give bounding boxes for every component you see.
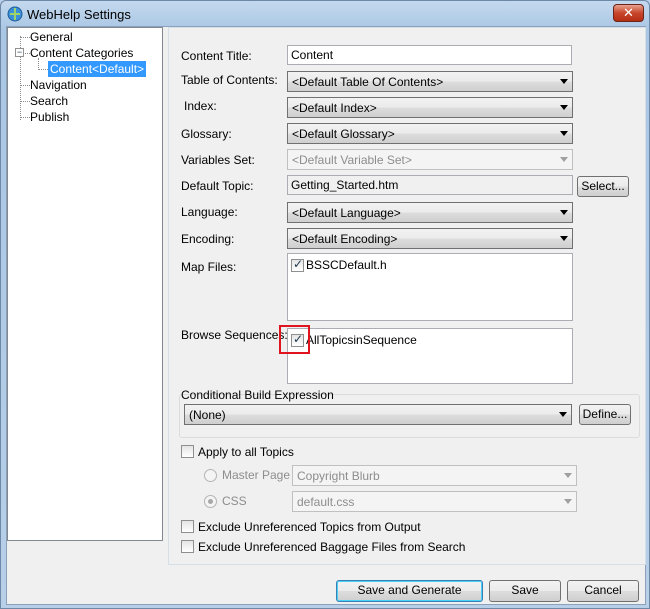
variables-set-label: Variables Set: [181,153,255,167]
index-label: Index: [184,99,217,113]
browse-sequences-label: Browse Sequences: [181,328,288,342]
css-radio[interactable] [204,495,217,508]
conditional-build-value: (None) [189,408,226,422]
tree-connector [38,69,48,70]
encoding-label: Encoding: [181,232,235,246]
language-label: Language: [181,205,238,219]
close-button[interactable]: ✕ [613,4,644,22]
toc-select[interactable]: <Default Table Of Contents> [287,71,573,92]
conditional-build-label: Conditional Build Expression [181,388,334,402]
tree-connector [20,101,30,102]
tree-connector [20,85,30,86]
settings-tree[interactable]: General − Content Categories Content<Def… [7,27,163,541]
content-title-label: Content Title: [181,49,252,63]
map-files-label: Map Files: [181,260,237,274]
tree-item-general[interactable]: General [30,29,73,45]
dropdown-arrow-icon [560,210,568,215]
apply-all-topics-label: Apply to all Topics [198,445,294,459]
toc-value: <Default Table Of Contents> [292,75,444,89]
css-value: default.css [297,495,355,509]
toc-label: Table of Contents: [181,73,278,87]
dropdown-arrow-icon [560,157,568,162]
glossary-select[interactable]: <Default Glossary> [287,123,573,144]
tree-item-navigation[interactable]: Navigation [30,77,87,93]
dialog-client-area: General − Content Categories Content<Def… [6,26,646,605]
exclude-topics-checkbox[interactable] [181,520,194,533]
master-page-radio[interactable] [204,469,217,482]
tree-connector [20,117,30,118]
encoding-value: <Default Encoding> [292,232,398,246]
css-label: CSS [222,494,247,508]
browse-sequence-label: AllTopicsinSequence [306,333,417,347]
exclude-baggage-label: Exclude Unreferenced Baggage Files from … [198,540,466,554]
conditional-build-select[interactable]: (None) [184,404,572,425]
dropdown-arrow-icon [564,473,572,478]
default-topic-label: Default Topic: [181,179,254,193]
master-page-value: Copyright Blurb [297,469,380,483]
tree-item-content-default[interactable]: Content<Default> [48,61,147,77]
browse-sequences-list[interactable]: AllTopicsinSequence [287,328,573,384]
save-and-generate-button[interactable]: Save and Generate [336,580,483,602]
exclude-baggage-checkbox[interactable] [181,540,194,553]
dropdown-arrow-icon [560,131,568,136]
variables-set-select[interactable]: <Default Variable Set> [287,149,573,170]
webhelp-app-icon [7,6,23,22]
master-page-label: Master Page [222,468,291,482]
callout-highlight-box [279,325,310,354]
title-bar[interactable]: WebHelp Settings ✕ [1,1,649,27]
save-button[interactable]: Save [489,580,561,602]
content-title-input[interactable]: Content [287,45,572,65]
default-topic-input[interactable]: Getting_Started.htm [287,175,573,195]
tree-item-content-categories[interactable]: Content Categories [30,45,133,61]
define-button[interactable]: Define... [579,404,631,425]
map-file-checkbox[interactable] [291,257,304,272]
dropdown-arrow-icon [559,412,567,417]
master-page-select[interactable]: Copyright Blurb [292,465,577,486]
window-title: WebHelp Settings [27,7,131,22]
dialog-window: WebHelp Settings ✕ General − Content Cat… [0,0,650,609]
variables-set-value: <Default Variable Set> [292,153,412,167]
glossary-value: <Default Glossary> [292,127,395,141]
map-file-label: BSSCDefault.h [306,258,387,272]
dropdown-arrow-icon [560,79,568,84]
encoding-select[interactable]: <Default Encoding> [287,228,573,249]
dropdown-arrow-icon [564,499,572,504]
glossary-label: Glossary: [181,127,232,141]
language-select[interactable]: <Default Language> [287,202,573,223]
select-topic-button[interactable]: Select... [577,176,629,197]
tree-connector [20,37,30,38]
collapse-icon[interactable]: − [15,48,24,57]
index-select[interactable]: <Default Index> [287,97,573,118]
dropdown-arrow-icon [560,236,568,241]
language-value: <Default Language> [292,206,401,220]
css-select[interactable]: default.css [292,491,577,512]
apply-all-topics-checkbox[interactable] [181,445,194,458]
content-settings-panel: Content Title: Content Table of Contents… [168,27,646,565]
tree-item-publish[interactable]: Publish [30,109,69,125]
index-value: <Default Index> [292,101,377,115]
exclude-topics-label: Exclude Unreferenced Topics from Output [198,520,421,534]
cancel-button[interactable]: Cancel [567,580,639,602]
dropdown-arrow-icon [560,105,568,110]
map-files-list[interactable]: BSSCDefault.h [287,253,573,321]
tree-item-search[interactable]: Search [30,93,68,109]
